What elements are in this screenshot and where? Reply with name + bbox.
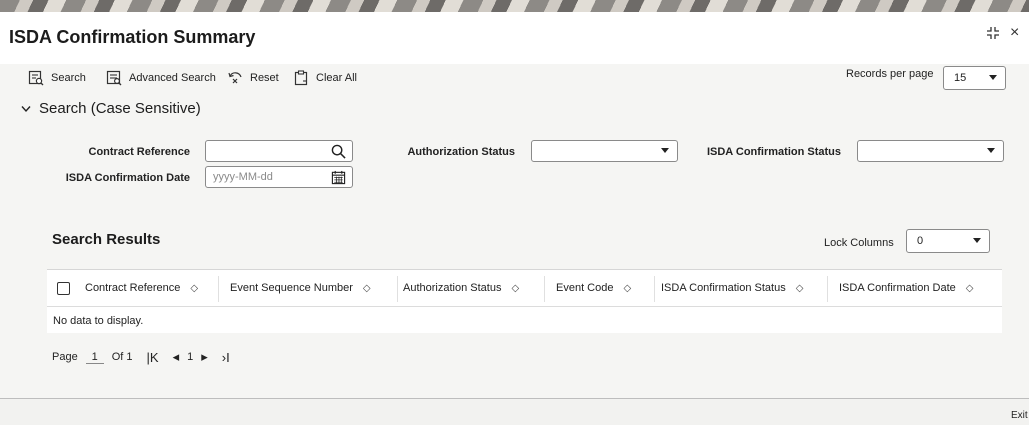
advanced-search-label: Advanced Search: [129, 72, 216, 84]
isda-confirmation-status-select[interactable]: [857, 140, 1004, 162]
lock-columns-select[interactable]: 0: [906, 229, 990, 253]
header-banner: [0, 0, 1029, 12]
first-page-glyph: K: [149, 349, 159, 365]
column-label: Contract Reference: [85, 282, 181, 294]
sort-icon[interactable]: ◇: [363, 283, 371, 294]
search-section-title: Search (Case Sensitive): [39, 100, 201, 117]
advanced-search-icon: [106, 70, 122, 86]
search-button[interactable]: Search: [28, 68, 86, 88]
search-icon[interactable]: [331, 144, 346, 159]
page-count-label: Of 1: [111, 351, 133, 363]
records-per-page-select[interactable]: 15: [943, 66, 1006, 90]
column-header-event-sequence-number[interactable]: Event Sequence Number ◇: [230, 282, 371, 294]
first-page-button[interactable]: |K: [147, 350, 159, 365]
column-divider: [654, 276, 655, 302]
close-icon[interactable]: ×: [1010, 24, 1019, 42]
isda-confirmation-date-placeholder: yyyy-MM-dd: [213, 171, 273, 183]
chevron-down-icon: [987, 148, 995, 153]
sort-icon[interactable]: ◇: [623, 283, 631, 294]
contract-reference-input[interactable]: [205, 140, 353, 162]
isda-confirmation-date-input[interactable]: yyyy-MM-dd: [205, 166, 353, 188]
page-title: ISDA Confirmation Summary: [9, 27, 256, 47]
column-header-event-code[interactable]: Event Code ◇: [556, 282, 631, 294]
sort-icon[interactable]: ◇: [511, 283, 519, 294]
chevron-down-icon: [973, 238, 981, 243]
page-number-input[interactable]: 1: [85, 351, 104, 364]
footer-bar: [0, 398, 1029, 425]
page-label: Page: [52, 351, 78, 363]
chevron-down-icon: [989, 75, 997, 80]
column-label: ISDA Confirmation Date: [839, 282, 956, 294]
calendar-icon[interactable]: [331, 170, 346, 185]
last-page-button[interactable]: ›I: [222, 350, 230, 365]
clear-all-label: Clear All: [316, 72, 357, 84]
chevron-down-icon: [21, 105, 31, 112]
sort-icon[interactable]: ◇: [796, 283, 804, 294]
sort-icon[interactable]: ◇: [966, 283, 974, 294]
search-button-label: Search: [51, 72, 86, 84]
reset-icon: [228, 72, 242, 84]
results-table: Contract Reference ◇ Event Sequence Numbe…: [47, 269, 1002, 333]
exit-button[interactable]: Exit: [1011, 410, 1028, 421]
column-divider: [827, 276, 828, 302]
clipboard-icon: [294, 70, 308, 86]
column-label: Authorization Status: [403, 282, 502, 294]
sort-icon[interactable]: ◇: [190, 283, 198, 294]
authorization-status-select[interactable]: [531, 140, 678, 162]
authorization-status-label: Authorization Status: [407, 146, 515, 158]
isda-confirmation-status-label: ISDA Confirmation Status: [706, 146, 841, 158]
column-divider: [397, 276, 398, 302]
column-divider: [218, 276, 219, 302]
expand-icon-glyph: [987, 27, 999, 39]
column-divider: [544, 276, 545, 302]
reset-button-label: Reset: [250, 72, 279, 84]
column-header-authorization-status[interactable]: Authorization Status ◇: [403, 282, 519, 294]
table-header-row: Contract Reference ◇ Event Sequence Numbe…: [47, 270, 1002, 307]
prev-page-button[interactable]: ◂: [173, 349, 180, 365]
expand-icon[interactable]: [986, 26, 1000, 45]
reset-button[interactable]: Reset: [227, 68, 279, 88]
column-label: ISDA Confirmation Status: [661, 282, 786, 294]
records-per-page-value: 15: [954, 72, 967, 84]
column-label: Event Code: [556, 282, 614, 294]
empty-table-message: No data to display.: [53, 315, 144, 327]
search-section-toggle[interactable]: Search (Case Sensitive): [21, 100, 201, 117]
chevron-down-icon: [661, 148, 669, 153]
current-page-indicator: 1: [187, 351, 194, 363]
column-header-isda-confirmation-date[interactable]: ISDA Confirmation Date ◇: [839, 282, 973, 294]
next-page-button[interactable]: ▸: [201, 349, 208, 365]
advanced-search-button[interactable]: Advanced Search: [106, 68, 216, 88]
contract-reference-label: Contract Reference: [88, 146, 190, 158]
lock-columns-label: Lock Columns: [824, 237, 894, 249]
select-all-checkbox[interactable]: [57, 282, 70, 295]
clear-all-button[interactable]: Clear All: [293, 68, 357, 88]
column-header-isda-confirmation-status[interactable]: ISDA Confirmation Status ◇: [661, 282, 803, 294]
records-per-page-label: Records per page: [846, 68, 934, 80]
column-header-contract-reference[interactable]: Contract Reference ◇: [85, 282, 198, 294]
isda-confirmation-date-label: ISDA Confirmation Date: [65, 172, 190, 184]
search-results-title: Search Results: [52, 231, 161, 248]
lock-columns-value: 0: [917, 235, 924, 247]
column-label: Event Sequence Number: [230, 282, 353, 294]
search-form-icon: [28, 70, 44, 86]
pagination: Page 1 Of 1 |K ◂ 1 ▸ ›I: [52, 349, 230, 365]
